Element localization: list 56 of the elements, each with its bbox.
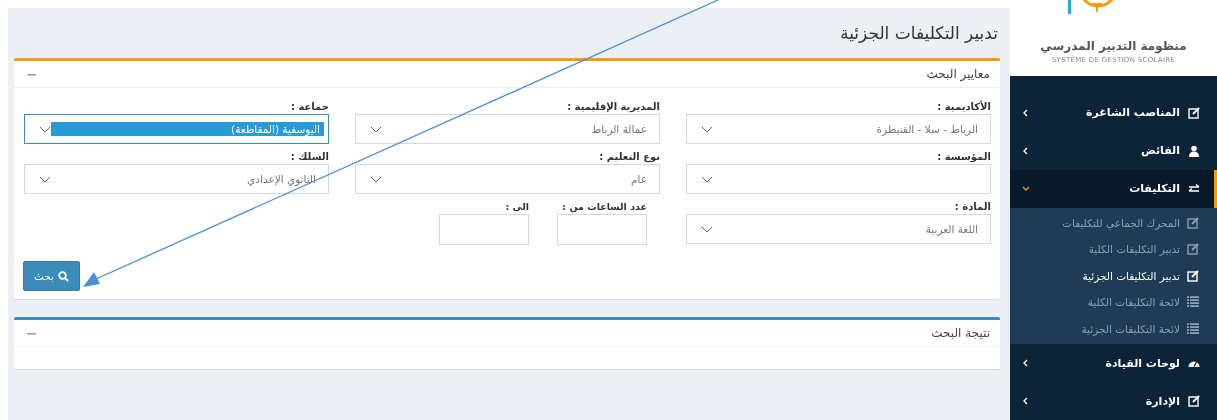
field-label: المديرية الإقليمية : <box>566 99 660 114</box>
exchange-icon <box>1188 182 1200 195</box>
chevron-down-icon <box>701 175 713 183</box>
logo-title: منظومة التدبير المدرسي <box>1040 38 1187 53</box>
select-field[interactable] <box>686 164 991 194</box>
collapse-button[interactable]: − <box>24 66 40 82</box>
edit-icon <box>1188 395 1200 407</box>
select-field[interactable]: اليوسفية (المقاطعة) <box>24 114 329 144</box>
submenu-item[interactable]: لائحة التكليفات الكلية <box>1010 289 1217 316</box>
sidebar-item[interactable]: المناصب الشاغرة <box>1010 93 1217 132</box>
sidebar-item[interactable]: لوحات القيادة <box>1010 344 1217 382</box>
submenu-item[interactable]: تدبير التكليفات الكلية <box>1010 236 1217 263</box>
field-label: جماعة : <box>289 99 329 114</box>
edit-icon <box>1187 269 1199 282</box>
list-icon <box>1187 322 1199 335</box>
chevron-down-icon <box>370 125 382 133</box>
field-label: المادة : <box>953 199 991 214</box>
sidebar-item[interactable]: الفائض <box>1010 131 1217 170</box>
edit-icon <box>1187 243 1199 256</box>
chevron-left-icon <box>1022 358 1030 368</box>
input-field[interactable] <box>439 214 529 245</box>
list-icon <box>1187 296 1199 309</box>
edit-icon <box>1188 106 1200 119</box>
chevron-down-icon <box>39 125 51 133</box>
chevron-left-icon <box>1022 107 1030 118</box>
edit-icon <box>1187 216 1199 229</box>
collapse-button[interactable]: − <box>24 325 40 341</box>
search-icon <box>58 270 69 282</box>
select-field[interactable]: عام <box>355 164 660 194</box>
submenu-item[interactable]: تدبير التكليفات الجزئية <box>1010 262 1217 289</box>
panel-title: معايير البحث <box>926 67 990 81</box>
field-label: نوع التعليم : <box>598 149 660 164</box>
user-icon <box>1188 144 1200 157</box>
select-field[interactable]: اللغة العربية <box>686 214 991 244</box>
select-field[interactable]: الثانوي الإعدادي <box>24 164 329 194</box>
field-label: الأكاديمية : <box>936 99 991 114</box>
select-field[interactable]: عمالة الرباط <box>355 114 660 144</box>
sidebar-item[interactable]: الإدارة <box>1010 382 1217 420</box>
field-label: المؤسسة : <box>936 149 991 164</box>
chevron-left-icon <box>1022 396 1030 406</box>
field-label: السلك : <box>289 149 329 164</box>
search-button[interactable]: بحث <box>23 261 80 291</box>
field-label: الى : <box>504 199 529 214</box>
submenu-item[interactable]: لائحة التكليفات الجزئية <box>1010 315 1217 342</box>
sidebar-item[interactable]: التكليفات <box>1010 169 1217 208</box>
select-field[interactable]: الرباط - سلا - القنيطرة <box>686 114 991 144</box>
input-field[interactable] <box>557 214 647 245</box>
chevron-down-icon <box>370 175 382 183</box>
chevron-down-icon <box>701 125 713 133</box>
field-label: عدد الساعات من : <box>561 199 647 214</box>
chevron-down-icon <box>701 225 713 233</box>
submenu-item[interactable]: المحرك الجماعي للتكليفات <box>1010 209 1217 236</box>
chevron-down-icon <box>39 175 51 183</box>
page-title: تدبير التكليفات الجزئية <box>839 22 999 45</box>
chevron-left-icon <box>1022 145 1030 156</box>
panel-title: نتيجة البحث <box>931 326 990 340</box>
